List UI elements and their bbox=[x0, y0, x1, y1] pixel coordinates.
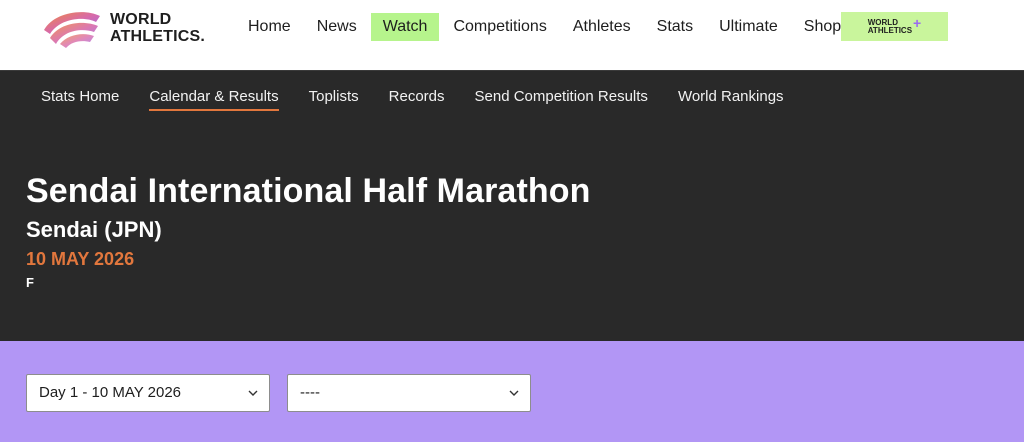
competition-category: F bbox=[26, 275, 34, 290]
stats-nav-world-rankings[interactable]: World Rankings bbox=[663, 71, 799, 122]
world-athletics-logo[interactable]: WORLD ATHLETICS. bbox=[40, 6, 220, 50]
chevron-down-icon bbox=[508, 375, 520, 411]
world-athletics-plus-button[interactable]: WORLD ATHLETICS + bbox=[841, 12, 948, 41]
logo-wordmark: WORLD ATHLETICS. bbox=[110, 11, 205, 45]
plus-icon: + bbox=[913, 14, 922, 31]
stats-nav: Stats Home Calendar & Results Toplists R… bbox=[0, 70, 1024, 121]
competition-venue: Sendai (JPN) bbox=[26, 217, 162, 242]
nav-stats[interactable]: Stats bbox=[645, 13, 705, 41]
nav-news[interactable]: News bbox=[305, 13, 369, 41]
day-select-value: Day 1 - 10 MAY 2026 bbox=[39, 384, 182, 401]
logo-line-2: ATHLETICS. bbox=[110, 28, 206, 45]
stats-nav-send-results[interactable]: Send Competition Results bbox=[460, 71, 663, 122]
competition-date: 10 MAY 2026 bbox=[26, 249, 135, 269]
logo-line-1: WORLD bbox=[110, 11, 172, 28]
nav-watch[interactable]: Watch bbox=[370, 13, 440, 41]
main-nav: Home News Watch Competitions Athletes St… bbox=[236, 12, 855, 42]
wa-plus-wordmark: WORLD ATHLETICS bbox=[867, 18, 913, 35]
competition-hero: Sendai International Half Marathon Senda… bbox=[0, 121, 1024, 341]
results-filters: Day 1 - 10 MAY 2026 ---- bbox=[0, 341, 1024, 442]
event-select[interactable]: ---- bbox=[287, 374, 531, 412]
nav-ultimate[interactable]: Ultimate bbox=[707, 13, 790, 41]
nav-home[interactable]: Home bbox=[236, 13, 303, 41]
day-select[interactable]: Day 1 - 10 MAY 2026 bbox=[26, 374, 270, 412]
top-header: WORLD ATHLETICS. Home News Watch Competi… bbox=[0, 0, 1024, 70]
nav-athletes[interactable]: Athletes bbox=[561, 13, 643, 41]
stats-nav-toplists[interactable]: Toplists bbox=[294, 71, 374, 122]
nav-competitions[interactable]: Competitions bbox=[441, 13, 558, 41]
stats-nav-calendar-results[interactable]: Calendar & Results bbox=[134, 71, 293, 122]
stats-nav-stats-home[interactable]: Stats Home bbox=[26, 71, 134, 122]
wa-plus-line-2: ATHLETICS bbox=[867, 25, 913, 35]
event-select-value: ---- bbox=[300, 384, 320, 401]
competition-title: Sendai International Half Marathon bbox=[26, 172, 591, 210]
chevron-down-icon bbox=[247, 375, 259, 411]
world-athletics-logo-icon bbox=[44, 12, 100, 48]
stats-nav-records[interactable]: Records bbox=[374, 71, 460, 122]
